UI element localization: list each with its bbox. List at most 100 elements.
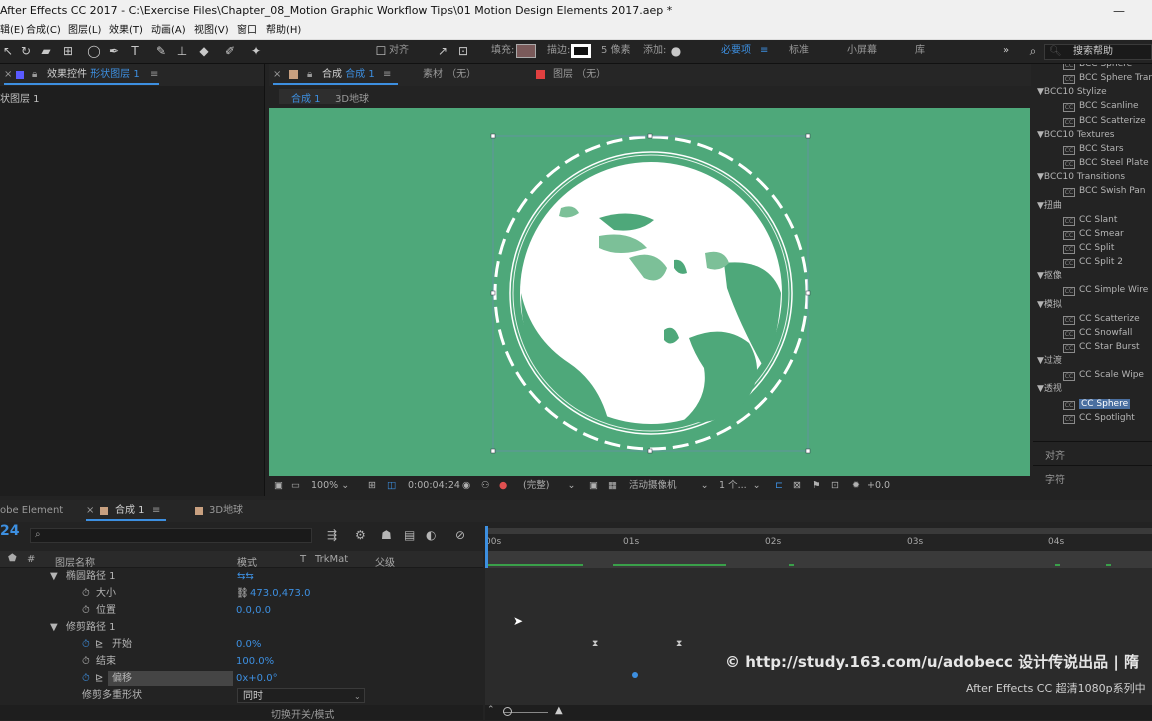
- exposure-value[interactable]: +0.0: [867, 479, 890, 493]
- start-value[interactable]: 0.0%: [236, 636, 261, 653]
- playhead[interactable]: [485, 526, 488, 568]
- expand-triangle-icon[interactable]: ▼: [50, 568, 58, 585]
- graph-icon[interactable]: ⊵: [95, 670, 103, 687]
- search-help-field[interactable]: 🔍︎ 搜索帮助: [1044, 44, 1152, 60]
- expand-triangle-icon[interactable]: ▼: [1037, 384, 1044, 394]
- effect-item[interactable]: CC CC Snowfall: [1037, 326, 1152, 340]
- workspace-overflow-icon[interactable]: »: [1003, 44, 1009, 58]
- close-timeline-tab-icon[interactable]: ×: [86, 504, 94, 518]
- effect-controls-tab[interactable]: 效果控件 形状图层 1: [47, 68, 140, 82]
- keyframe-offset[interactable]: [632, 672, 638, 678]
- resolution-dropdown[interactable]: (完整) ⌄: [523, 479, 576, 493]
- camera-tool-icon[interactable]: ▰: [38, 43, 54, 59]
- row-end[interactable]: ⏱ 结束 100.0%: [0, 653, 483, 670]
- region-of-interest-icon[interactable]: ▣: [589, 479, 598, 493]
- stopwatch-icon[interactable]: ⏱: [82, 585, 90, 602]
- workspace-menu-icon[interactable]: ≡: [760, 44, 768, 58]
- stopwatch-icon[interactable]: ⏱: [82, 602, 90, 619]
- minimize-button[interactable]: —: [1113, 0, 1125, 22]
- effect-group[interactable]: ▼透视: [1037, 382, 1152, 396]
- effect-item[interactable]: CC CC Simple Wire Re: [1037, 283, 1152, 297]
- effect-item[interactable]: CC CC Slant: [1037, 213, 1152, 227]
- menu-window[interactable]: 窗口: [237, 22, 257, 40]
- timeline-tab-element[interactable]: obe Element: [0, 504, 63, 518]
- menu-edit[interactable]: 辑(E): [0, 22, 24, 40]
- flowchart-icon[interactable]: ⚑: [812, 479, 821, 493]
- rotate-tool-icon[interactable]: ↻: [18, 43, 34, 59]
- effect-item[interactable]: CC BCC Swish Pan: [1037, 184, 1152, 198]
- effect-item[interactable]: CC CC Smear: [1037, 227, 1152, 241]
- expand-triangle-icon[interactable]: ▼: [1037, 87, 1044, 97]
- effect-item[interactable]: CC BCC Scatterize: [1037, 114, 1152, 128]
- effect-item[interactable]: CC BCC Scanline: [1037, 99, 1152, 113]
- effect-group[interactable]: ▼扭曲: [1037, 199, 1152, 213]
- effect-item[interactable]: CC CC Scale Wipe: [1037, 368, 1152, 382]
- effect-group[interactable]: ▼BCC10 Transitions: [1037, 170, 1152, 184]
- camera-dropdown[interactable]: 活动摄像机 ⌄: [629, 479, 709, 493]
- toggle-transparency-icon[interactable]: ⊠: [793, 479, 801, 493]
- timeline-panel-menu-icon[interactable]: ≡: [152, 504, 160, 518]
- row-ellipse-path[interactable]: ▼ 椭圆路径 1 ⇆⇆: [0, 568, 483, 585]
- expand-triangle-icon[interactable]: ▼: [1037, 172, 1044, 182]
- effect-item[interactable]: CC CC Sphere: [1037, 397, 1152, 411]
- mask-toggle-icon[interactable]: ◫: [387, 479, 396, 493]
- comp-mini-flowchart-icon[interactable]: ⇶: [327, 528, 337, 542]
- add-button-icon[interactable]: ●: [668, 43, 684, 59]
- toggle-switches-modes[interactable]: 切换开关/模式: [271, 706, 334, 721]
- offset-value[interactable]: 0x+0.0°: [236, 670, 278, 687]
- timeline-tab-3d[interactable]: 3D地球: [209, 504, 243, 518]
- stopwatch-active-icon[interactable]: ⏱: [82, 670, 90, 687]
- text-tool-icon[interactable]: T: [127, 43, 143, 59]
- zoom-in-icon[interactable]: ▲: [555, 705, 563, 716]
- menu-layer[interactable]: 图层(L): [68, 22, 101, 40]
- menu-effect[interactable]: 效果(T): [109, 22, 143, 40]
- effect-item[interactable]: CC CC Split: [1037, 241, 1152, 255]
- workspace-essentials[interactable]: 必要项: [721, 44, 751, 58]
- brush-tool-icon[interactable]: ✎: [153, 43, 169, 59]
- workspace-standard[interactable]: 标准: [789, 44, 809, 58]
- keyframe-start-1[interactable]: ⧗: [592, 640, 598, 649]
- keyframe-start-2[interactable]: ⧗: [676, 640, 682, 649]
- zoom-slider-handle[interactable]: [503, 707, 512, 716]
- effect-item[interactable]: CC CC Scatterize: [1037, 312, 1152, 326]
- comp-panel-menu-icon[interactable]: ≡: [383, 68, 391, 82]
- lock-icon[interactable]: 🔒︎: [32, 68, 37, 82]
- expand-triangle-icon[interactable]: ▼: [1037, 356, 1044, 366]
- close-comp-tab-icon[interactable]: ×: [273, 68, 281, 82]
- trim-mode-select[interactable]: 同时 ⌄: [237, 688, 365, 703]
- comp-lock-icon[interactable]: 🔒︎: [307, 68, 312, 82]
- row-start[interactable]: ⏱ ⊵ 开始 0.0%: [0, 636, 483, 653]
- stopwatch-icon[interactable]: ⏱: [82, 653, 90, 670]
- views-dropdown[interactable]: 1 个... ⌄: [719, 479, 761, 493]
- row-offset[interactable]: ⏱ ⊵ 偏移 0x+0.0°: [0, 670, 483, 687]
- column-layer-name[interactable]: 图层名称: [55, 554, 95, 569]
- row-size[interactable]: ⏱ 大小 ⛓ 473.0,473.0: [0, 585, 483, 602]
- row-trim-multiple[interactable]: 修剪多重形状 同时 ⌄: [0, 687, 483, 704]
- timeline-tab-comp[interactable]: 合成 1: [115, 504, 145, 518]
- zoom-dropdown[interactable]: 100% ⌄: [311, 479, 349, 493]
- snapshot-toggle-icon[interactable]: ▣: [274, 479, 283, 493]
- snap-icon[interactable]: ↗: [435, 43, 451, 59]
- effect-group[interactable]: ▼BCC10 Textures: [1037, 128, 1152, 142]
- close-tab-icon[interactable]: ×: [4, 68, 12, 82]
- zoom-out-icon[interactable]: ⌃: [487, 705, 495, 715]
- path-direction-icon[interactable]: ⇆⇆: [237, 568, 254, 585]
- effect-item[interactable]: CC BCC Stars: [1037, 142, 1152, 156]
- panel-menu-icon[interactable]: ≡: [150, 68, 158, 82]
- transparency-grid-icon[interactable]: ▦: [608, 479, 617, 493]
- effect-item[interactable]: CC BCC Steel Plate: [1037, 156, 1152, 170]
- expand-triangle-icon[interactable]: ▼: [1037, 300, 1044, 310]
- layer-tab[interactable]: 图层 （无）: [553, 68, 606, 82]
- breadcrumb-next[interactable]: 3D地球: [335, 90, 369, 105]
- stroke-label[interactable]: 描边:: [547, 44, 570, 58]
- hand-tool-icon[interactable]: ↖: [0, 43, 16, 59]
- pixel-aspect-icon[interactable]: ⊡: [831, 479, 839, 493]
- constrain-link-icon[interactable]: ⛓: [236, 585, 249, 602]
- expand-triangle-icon[interactable]: ▼: [1037, 271, 1044, 281]
- menu-composition[interactable]: 合成(C): [26, 22, 61, 40]
- align-panel-header[interactable]: 对齐: [1033, 441, 1152, 463]
- expand-triangle-icon[interactable]: ▼: [1037, 130, 1044, 140]
- ellipse-tool-icon[interactable]: ◯: [86, 43, 102, 59]
- align-checkbox-icon[interactable]: ☐: [373, 43, 389, 59]
- time-ruler[interactable]: 00s 01s 02s 03s 04s: [485, 534, 1152, 551]
